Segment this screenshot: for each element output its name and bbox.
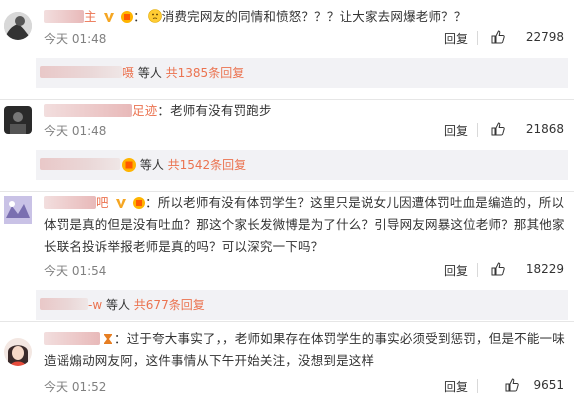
comment-text: 过于夸大事实了，，老师如果存在体罚学生的事实必须受到惩罚，但是不能一味造谣煽动网… — [44, 331, 565, 368]
comment-item: 吧 ：所以老师有没有体罚学生？这里只是说女儿因遭体罚吐血是编造的，所以体罚是真的… — [0, 186, 574, 320]
reply-preview[interactable]: -w 等人 共677条回复 — [36, 290, 568, 320]
comment-body: ：过于夸大事实了，，老师如果存在体罚学生的事实必须受到惩罚，但是不能一味造谣煽动… — [44, 331, 565, 368]
thumbs-up-icon — [491, 30, 505, 44]
thumbs-up-icon — [491, 122, 505, 136]
reply-summary: 等人 — [136, 158, 168, 172]
reply-user-blur — [40, 66, 122, 78]
reply-user[interactable]: -w — [88, 298, 102, 312]
comment-item: 主 ：消费完网友的同情和愤怒？？？让大家去网爆老师？？ 今天 01:48 回复 … — [0, 0, 574, 106]
vip-badge-icon — [103, 13, 114, 22]
reply-button[interactable]: 回复 — [444, 122, 468, 139]
comment-meta: 今天 01:48 回复 21868 — [44, 122, 564, 142]
timestamp: 今天 01:54 — [44, 264, 107, 278]
vip-badge-icon — [115, 199, 126, 208]
comment-text: 老师有没有罚跑步 — [170, 103, 272, 118]
divider — [477, 31, 478, 45]
username-blur — [44, 10, 84, 23]
username-blur — [44, 332, 100, 345]
reply-button[interactable]: 回复 — [444, 378, 468, 395]
like-button[interactable]: 18229 — [484, 262, 564, 276]
like-count: 9651 — [533, 378, 564, 392]
like-button[interactable]: 21868 — [484, 122, 564, 136]
divider — [477, 263, 478, 277]
like-button[interactable]: 9651 — [484, 378, 564, 392]
avatar[interactable] — [4, 106, 32, 134]
divider — [477, 123, 478, 137]
like-count: 21868 — [525, 122, 564, 136]
reply-count-link[interactable]: 共1542条回复 — [168, 158, 247, 172]
comment-item: ：过于夸大事实了，，老师如果存在体罚学生的事实必须受到惩罚，但是不能一味造谣煽动… — [0, 322, 574, 414]
reply-user-blur — [40, 158, 120, 170]
timestamp: 今天 01:52 — [44, 380, 107, 394]
reply-summary: 等人 — [102, 298, 134, 312]
comment-meta: 今天 01:48 回复 22798 — [44, 30, 564, 50]
comment-body: 足迹：老师有没有罚跑步 — [44, 100, 568, 122]
timestamp: 今天 01:48 — [44, 124, 107, 138]
avatar[interactable] — [4, 196, 32, 224]
like-count: 22798 — [525, 30, 564, 44]
username-blur — [44, 104, 132, 117]
comment-body: 主 ：消费完网友的同情和愤怒？？？让大家去网爆老师？？ — [44, 6, 568, 28]
like-count: 18229 — [525, 262, 564, 276]
level-badge-icon — [121, 11, 134, 23]
level-badge-icon — [122, 158, 136, 172]
avatar[interactable] — [4, 12, 32, 40]
username[interactable]: 吧 — [96, 195, 109, 210]
reply-button[interactable]: 回复 — [444, 262, 468, 279]
comment-meta: 今天 01:54 回复 18229 — [44, 262, 564, 282]
thumbs-up-icon — [491, 262, 505, 276]
reply-preview[interactable]: 等人 共1542条回复 — [36, 150, 568, 180]
reply-summary: 等人 — [134, 66, 166, 80]
avatar[interactable] — [4, 338, 32, 366]
username[interactable]: 足迹 — [132, 103, 157, 118]
comment-text: 消费完网友的同情和愤怒？？？让大家去网爆老师？？ — [161, 9, 467, 24]
reply-count-link[interactable]: 共1385条回复 — [166, 66, 245, 80]
hourglass-icon — [104, 334, 112, 344]
comment-body: 吧 ：所以老师有没有体罚学生？这里只是说女儿因遭体罚吐血是编造的，所以体罚是真的… — [44, 195, 565, 254]
username-blur — [44, 196, 96, 209]
like-button[interactable]: 22798 — [484, 30, 564, 44]
reply-user[interactable]: 嗫 — [122, 66, 134, 80]
thumbs-up-icon — [505, 378, 519, 392]
thinking-emoji-icon — [147, 9, 162, 23]
comment-meta: 今天 01:52 回复 9651 — [44, 378, 564, 398]
reply-count-link[interactable]: 共677条回复 — [134, 298, 205, 312]
level-badge-icon — [133, 197, 146, 209]
comment-item: 足迹：老师有没有罚跑步 今天 01:48 回复 21868 等人 共1542条回… — [0, 92, 574, 194]
reply-button[interactable]: 回复 — [444, 30, 468, 47]
reply-preview[interactable]: 嗫 等人 共1385条回复 — [36, 58, 568, 88]
divider — [477, 379, 478, 393]
timestamp: 今天 01:48 — [44, 32, 107, 46]
reply-user-blur — [40, 298, 88, 310]
username[interactable]: 主 — [84, 9, 97, 24]
